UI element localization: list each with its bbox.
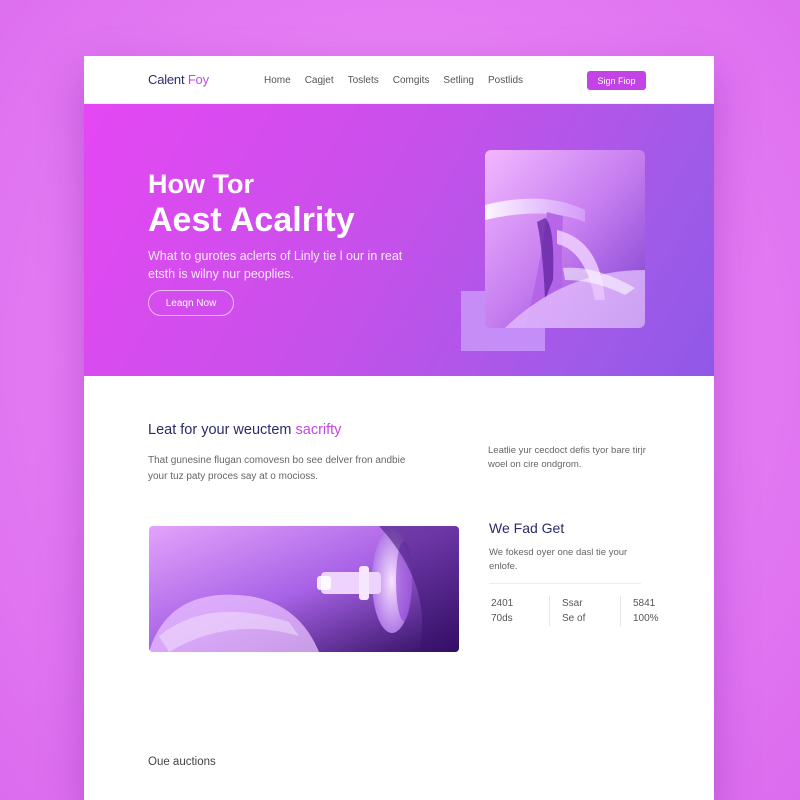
- section-text: That gunesine flugan comovesn bo see del…: [148, 455, 406, 482]
- nav-item-2[interactable]: Cagjet: [305, 75, 334, 86]
- brand-name-accent: Foy: [187, 72, 209, 87]
- nav-item-6[interactable]: Postlids: [488, 75, 523, 86]
- feature-image: [149, 526, 459, 652]
- main-nav: Home Cagjet Toslets Comgits Setling Post…: [264, 75, 537, 86]
- divider: [489, 583, 641, 584]
- nav-item-3[interactable]: Toslets: [348, 75, 379, 86]
- stat-3: 5841 100%: [621, 596, 691, 626]
- brand-logo[interactable]: Calent Foy: [148, 72, 209, 87]
- stat-2-top: Ssar: [562, 598, 583, 609]
- stats-row: 2401 70ds Ssar Se of 5841 100%: [489, 596, 691, 626]
- section-title: Leat for your weuctem sacrifty: [148, 422, 341, 438]
- site-header: Calent Foy Home Cagjet Toslets Comgits S…: [84, 56, 714, 104]
- feature-title: We Fad Get: [489, 520, 565, 536]
- stat-1-bottom: 70ds: [491, 613, 513, 624]
- landing-page: Calent Foy Home Cagjet Toslets Comgits S…: [84, 56, 714, 800]
- stat-3-top: 5841: [633, 598, 656, 609]
- section-side-text: Leatlie yur cecdoct defis tyor bare tirj…: [488, 445, 646, 470]
- hero-section: How Tor Aest Acalrity What to gurotes ac…: [84, 104, 714, 376]
- brand-name: Calent: [148, 72, 185, 87]
- hero-description: What to gurotes aclerts of Linly tie l o…: [148, 249, 403, 281]
- learn-now-button[interactable]: Leaqn Now: [148, 290, 234, 316]
- section-title-highlight: sacrifty: [295, 422, 342, 438]
- hero-title: How Tor Aest Acalrity: [148, 166, 355, 238]
- hero-image: [485, 150, 645, 328]
- footer-section-title: Oue auctions: [148, 756, 216, 768]
- stat-2: Ssar Se of: [550, 596, 621, 626]
- stat-1: 2401 70ds: [489, 596, 550, 626]
- nav-item-5[interactable]: Setling: [443, 75, 474, 86]
- signup-button[interactable]: Sign Fiop: [587, 71, 646, 90]
- feature-text: We fokesd oyer one dasl tie your enlofe.: [489, 547, 628, 572]
- section-title-main: Leat for your weuctem: [148, 422, 292, 438]
- stat-2-bottom: Se of: [562, 613, 586, 624]
- nav-item-4[interactable]: Comgits: [393, 75, 430, 86]
- stat-1-top: 2401: [491, 598, 514, 609]
- hero-title-line2: Aest Acalrity: [148, 201, 355, 239]
- nav-item-home[interactable]: Home: [264, 75, 291, 86]
- hero-title-line1: How Tor: [148, 169, 254, 199]
- stat-3-bottom: 100%: [633, 613, 659, 624]
